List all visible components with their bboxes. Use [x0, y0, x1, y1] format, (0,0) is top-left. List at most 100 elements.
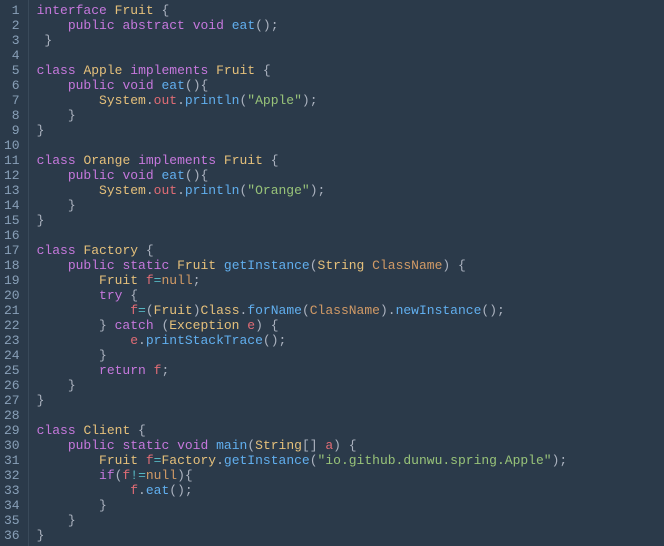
token-punct: .: [216, 453, 224, 468]
token-type: Fruit: [99, 453, 138, 468]
line-number: 18: [4, 259, 20, 274]
token-type: Apple: [83, 63, 122, 78]
token-punct: .: [138, 333, 146, 348]
line-number: 22: [4, 319, 20, 334]
code-line: [37, 229, 664, 244]
token-punct: }: [37, 378, 76, 393]
token-punct: {: [122, 288, 138, 303]
token-punct: ) {: [442, 258, 465, 273]
token-fn: eat: [146, 483, 169, 498]
token-punct: (: [310, 453, 318, 468]
token-plain: [208, 63, 216, 78]
line-number: 12: [4, 169, 20, 184]
token-fn: eat: [232, 18, 255, 33]
line-number: 5: [4, 64, 20, 79]
line-number: 3: [4, 34, 20, 49]
token-kw: abstract: [122, 18, 184, 33]
code-line: e.printStackTrace();: [37, 334, 664, 349]
line-number: 15: [4, 214, 20, 229]
line-number: 34: [4, 499, 20, 514]
token-punct: (: [310, 258, 318, 273]
token-kw: interface: [37, 3, 107, 18]
token-plain: [146, 363, 154, 378]
line-number: 16: [4, 229, 20, 244]
line-number: 21: [4, 304, 20, 319]
token-punct: );: [302, 93, 318, 108]
code-line: public static Fruit getInstance(String C…: [37, 259, 664, 274]
token-fn: main: [216, 438, 247, 453]
token-punct: ;: [161, 363, 169, 378]
token-var: out: [154, 183, 177, 198]
token-fn: println: [185, 183, 240, 198]
token-var: f: [146, 273, 154, 288]
token-type: Fruit: [99, 273, 138, 288]
token-kw: public: [68, 258, 115, 273]
token-plain: [37, 438, 68, 453]
token-plain: [37, 453, 99, 468]
code-line: public void eat(){: [37, 79, 664, 94]
token-plain: [37, 303, 131, 318]
token-plain: [169, 438, 177, 453]
token-plain: [169, 258, 177, 273]
line-number: 23: [4, 334, 20, 349]
token-fn: eat: [161, 78, 184, 93]
token-var: a: [325, 438, 333, 453]
token-plain: [37, 18, 68, 33]
line-number: 10: [4, 139, 20, 154]
token-punct: ();: [255, 18, 278, 33]
token-punct: (){: [185, 78, 208, 93]
code-line: interface Fruit {: [37, 4, 664, 19]
line-number: 14: [4, 199, 20, 214]
code-area[interactable]: interface Fruit { public abstract void e…: [29, 0, 664, 546]
token-kw: class: [37, 423, 76, 438]
code-line: f=(Fruit)Class.forName(ClassName).newIns…: [37, 304, 664, 319]
line-number: 19: [4, 274, 20, 289]
code-line: }: [37, 379, 664, 394]
code-editor: 1234567891011121314151617181920212223242…: [0, 0, 664, 546]
token-str: "Apple": [247, 93, 302, 108]
token-punct: ): [193, 303, 201, 318]
token-type: Client: [83, 423, 130, 438]
token-punct: ();: [169, 483, 192, 498]
token-fn: getInstance: [224, 453, 310, 468]
code-line: }: [37, 394, 664, 409]
line-number: 30: [4, 439, 20, 454]
token-punct: ){: [177, 468, 193, 483]
token-punct: .: [146, 93, 154, 108]
token-punct: (: [146, 303, 154, 318]
line-number: 4: [4, 49, 20, 64]
token-punct: {: [138, 243, 154, 258]
token-plain: [216, 153, 224, 168]
code-line: public static void main(String[] a) {: [37, 439, 664, 454]
token-punct: ).: [380, 303, 396, 318]
token-plain: [37, 288, 99, 303]
line-number: 25: [4, 364, 20, 379]
token-type: Orange: [83, 153, 130, 168]
token-type: System: [99, 93, 146, 108]
token-punct: }: [37, 123, 45, 138]
code-line: }: [37, 109, 664, 124]
code-line: [37, 139, 664, 154]
token-kw: public: [68, 438, 115, 453]
token-plain: [130, 153, 138, 168]
token-punct: (: [154, 318, 170, 333]
code-line: public void eat(){: [37, 169, 664, 184]
token-punct: }: [37, 198, 76, 213]
token-punct: .: [177, 93, 185, 108]
token-punct: ) {: [333, 438, 356, 453]
code-line: class Client {: [37, 424, 664, 439]
code-line: }: [37, 124, 664, 139]
token-fn: println: [185, 93, 240, 108]
token-str: "io.github.dunwu.spring.Apple": [318, 453, 552, 468]
code-line: }: [37, 349, 664, 364]
token-plain: [107, 3, 115, 18]
token-punct: }: [37, 33, 53, 48]
token-type: String: [255, 438, 302, 453]
token-plain: [37, 483, 131, 498]
token-kw: public: [68, 18, 115, 33]
token-kw: void: [193, 18, 224, 33]
token-punct: }: [37, 348, 107, 363]
line-number: 6: [4, 79, 20, 94]
token-type: Factory: [161, 453, 216, 468]
token-var: f: [130, 303, 138, 318]
